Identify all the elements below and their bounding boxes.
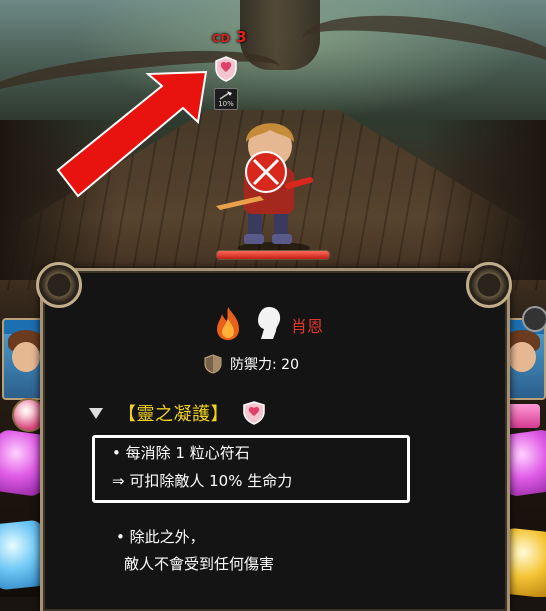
enemy-hp-bar [216,250,330,260]
card-face [12,342,40,372]
enemy-name: 肖恩 [291,317,324,336]
enemy-hp-fill [217,251,329,259]
skill-name: 【靈之凝護】 [118,404,229,425]
collapse-triangle-icon[interactable] [88,405,104,421]
pink-tab [506,404,540,428]
skill-shield-icon [243,401,265,425]
settings-button[interactable] [522,306,546,332]
cooldown-label: CD [212,32,231,45]
panel-corner-left [36,262,82,308]
card-face [508,342,536,372]
red-arrow-icon [56,70,208,198]
attribute-icons [211,305,285,341]
panel-corner-right [466,262,512,308]
skill-header[interactable]: 【靈之凝護】 [88,400,265,426]
shield-status-icon [215,56,237,82]
defense-shield-icon [204,354,222,374]
skill-desc-line-1: • 每消除 1 粒心符石 [112,444,250,462]
axe-buff-icon [219,91,232,100]
skill-desc-line-3: • 除此之外， [116,528,205,546]
axe-buff-badge: 10% [214,88,238,110]
defense-value: 防禦力: 20 [230,357,299,373]
tree-branch-right [295,0,546,118]
fire-attribute-icon [217,307,239,340]
cooldown-value: 3 [236,28,248,46]
cooldown-counter: CD 3 [212,28,247,46]
enemy-character [216,123,313,254]
skill-desc-line-4: 敵人不會受到任何傷害 [124,555,275,573]
defense-row: 防禦力: 20 [204,354,299,374]
shadow-right [426,120,546,280]
skill-desc-line-2: ⇒ 可扣除敵人 10% 生命力 [112,472,293,490]
person-race-icon [258,307,281,339]
